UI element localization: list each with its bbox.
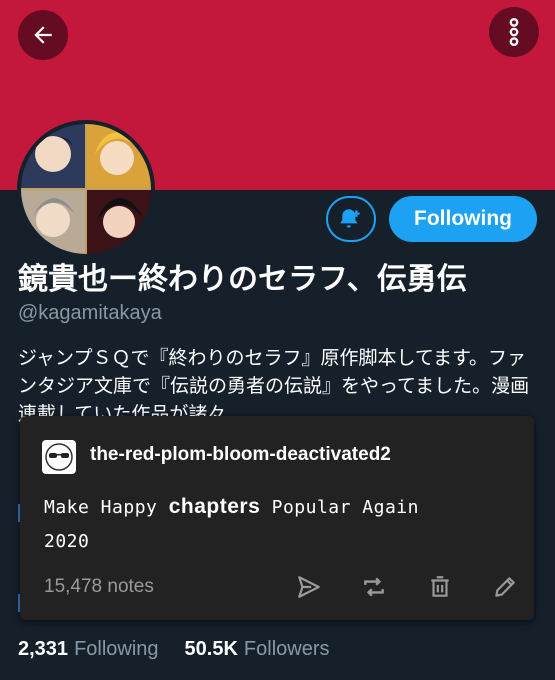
blog-avatar[interactable] xyxy=(42,440,76,474)
post-text-highlight: chapters xyxy=(168,495,261,518)
following-stat[interactable]: 2,331 Following xyxy=(18,638,159,661)
delete-icon[interactable] xyxy=(423,572,457,602)
send-icon[interactable] xyxy=(292,572,326,602)
profile-avatar[interactable] xyxy=(17,120,155,258)
following-button[interactable]: Following xyxy=(389,196,537,242)
post-text-prefix: Make Happy xyxy=(44,497,169,518)
notifications-bell-button[interactable] xyxy=(326,196,376,242)
more-options-button[interactable] xyxy=(489,7,539,57)
reblog-icon[interactable] xyxy=(357,572,391,602)
notes-count[interactable]: 15,478 notes xyxy=(44,576,154,598)
user-handle: @kagamitakaya xyxy=(18,302,162,324)
followers-label: Followers xyxy=(243,638,330,660)
bell-plus-icon xyxy=(340,209,360,228)
avatar-artwork xyxy=(21,124,151,254)
blog-name[interactable]: the-red-plom-bloom-deactivated2 xyxy=(90,444,391,466)
vertical-dots-icon xyxy=(509,17,519,47)
back-button[interactable] xyxy=(18,10,68,60)
arrow-left-icon xyxy=(34,26,52,44)
followers-count: 50.5K xyxy=(184,638,238,660)
post-text-suffix: Popular Again xyxy=(260,497,419,518)
tumblr-post-card[interactable]: the-red-plom-bloom-deactivated2 Make Hap… xyxy=(20,416,534,620)
following-label: Following xyxy=(74,638,159,660)
edit-icon[interactable] xyxy=(488,572,522,602)
followers-stat[interactable]: 50.5K Followers xyxy=(185,638,330,661)
sunglasses-face-icon xyxy=(45,443,73,471)
display-name: 鏡貴也ー終わりのセラフ、伝勇伝 xyxy=(18,262,467,297)
follow-stats: 2,331 Following 50.5K Followers xyxy=(18,638,356,661)
post-text-line2: 2020 xyxy=(44,531,90,552)
post-text: Make Happy chapters Popular Again 2020 xyxy=(44,490,514,559)
post-actions xyxy=(292,572,522,602)
following-count: 2,331 xyxy=(18,638,69,660)
